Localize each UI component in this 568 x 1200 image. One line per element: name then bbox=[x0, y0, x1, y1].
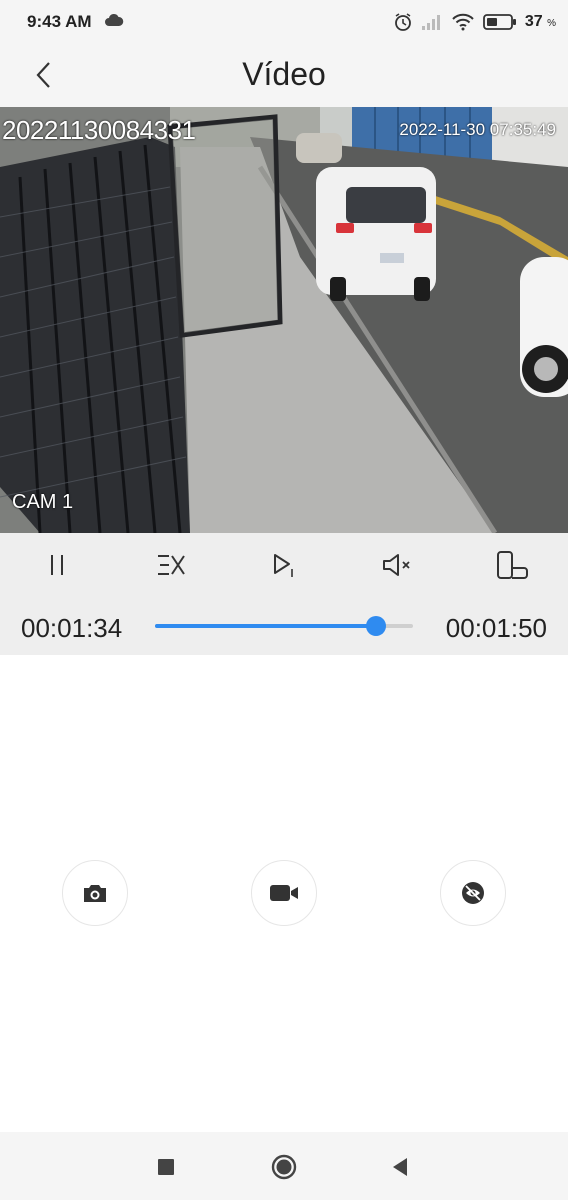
battery-icon bbox=[482, 14, 516, 30]
status-icons: 37 % bbox=[393, 10, 556, 34]
battery-percent: 37 % bbox=[524, 13, 556, 30]
play-step-button[interactable] bbox=[260, 547, 308, 583]
cell-signal-icon bbox=[421, 15, 440, 30]
system-nav-bar bbox=[0, 1132, 568, 1200]
status-time: 9:43 AM bbox=[27, 12, 92, 31]
pause-button[interactable] bbox=[33, 547, 81, 583]
video-frame-image bbox=[0, 107, 568, 533]
recent-apps-button[interactable] bbox=[149, 1150, 183, 1184]
mute-icon bbox=[383, 554, 410, 576]
page-title: Vídeo bbox=[242, 56, 326, 92]
back-icon bbox=[393, 1158, 407, 1176]
playback-speed-button[interactable] bbox=[147, 547, 195, 583]
current-time: 00:01:34 bbox=[21, 613, 123, 643]
nav-back-button[interactable] bbox=[383, 1150, 417, 1184]
home-icon bbox=[271, 1154, 297, 1180]
rotate-screen-button[interactable] bbox=[488, 547, 536, 583]
home-button[interactable] bbox=[267, 1150, 301, 1184]
app-header: Vídeo bbox=[0, 44, 568, 107]
player-controls: 00:01:34 00:01:50 bbox=[0, 533, 568, 655]
progress-bar[interactable] bbox=[155, 616, 413, 636]
video-record-icon bbox=[270, 885, 298, 901]
video-overlay-timestamp: 2022-11-30 07:35:49 bbox=[399, 120, 556, 139]
video-player[interactable]: 20221130084331 2022-11-30 07:35:49 CAM 1 bbox=[0, 107, 568, 533]
view-hide-button[interactable] bbox=[440, 860, 506, 926]
progress-fill bbox=[155, 624, 376, 628]
camera-label: CAM 1 bbox=[12, 491, 74, 513]
camera-icon bbox=[84, 885, 106, 902]
wifi-icon bbox=[452, 13, 474, 31]
snapshot-button[interactable] bbox=[62, 860, 128, 926]
view-hide-icon bbox=[462, 882, 484, 904]
total-time: 00:01:50 bbox=[445, 613, 547, 643]
alarm-icon bbox=[394, 13, 411, 31]
rotate-screen-icon bbox=[497, 551, 528, 579]
status-bar: 9:43 AM 37 % bbox=[0, 0, 568, 44]
recent-apps-icon bbox=[158, 1159, 174, 1175]
pause-icon bbox=[51, 555, 63, 575]
playback-speed-icon bbox=[158, 555, 185, 575]
progress-thumb[interactable] bbox=[366, 616, 386, 636]
cloud-icon bbox=[105, 13, 124, 26]
mute-button[interactable] bbox=[373, 547, 421, 583]
play-step-icon bbox=[274, 554, 293, 577]
record-button[interactable] bbox=[251, 860, 317, 926]
video-overlay-id: 20221130084331 bbox=[2, 115, 196, 145]
